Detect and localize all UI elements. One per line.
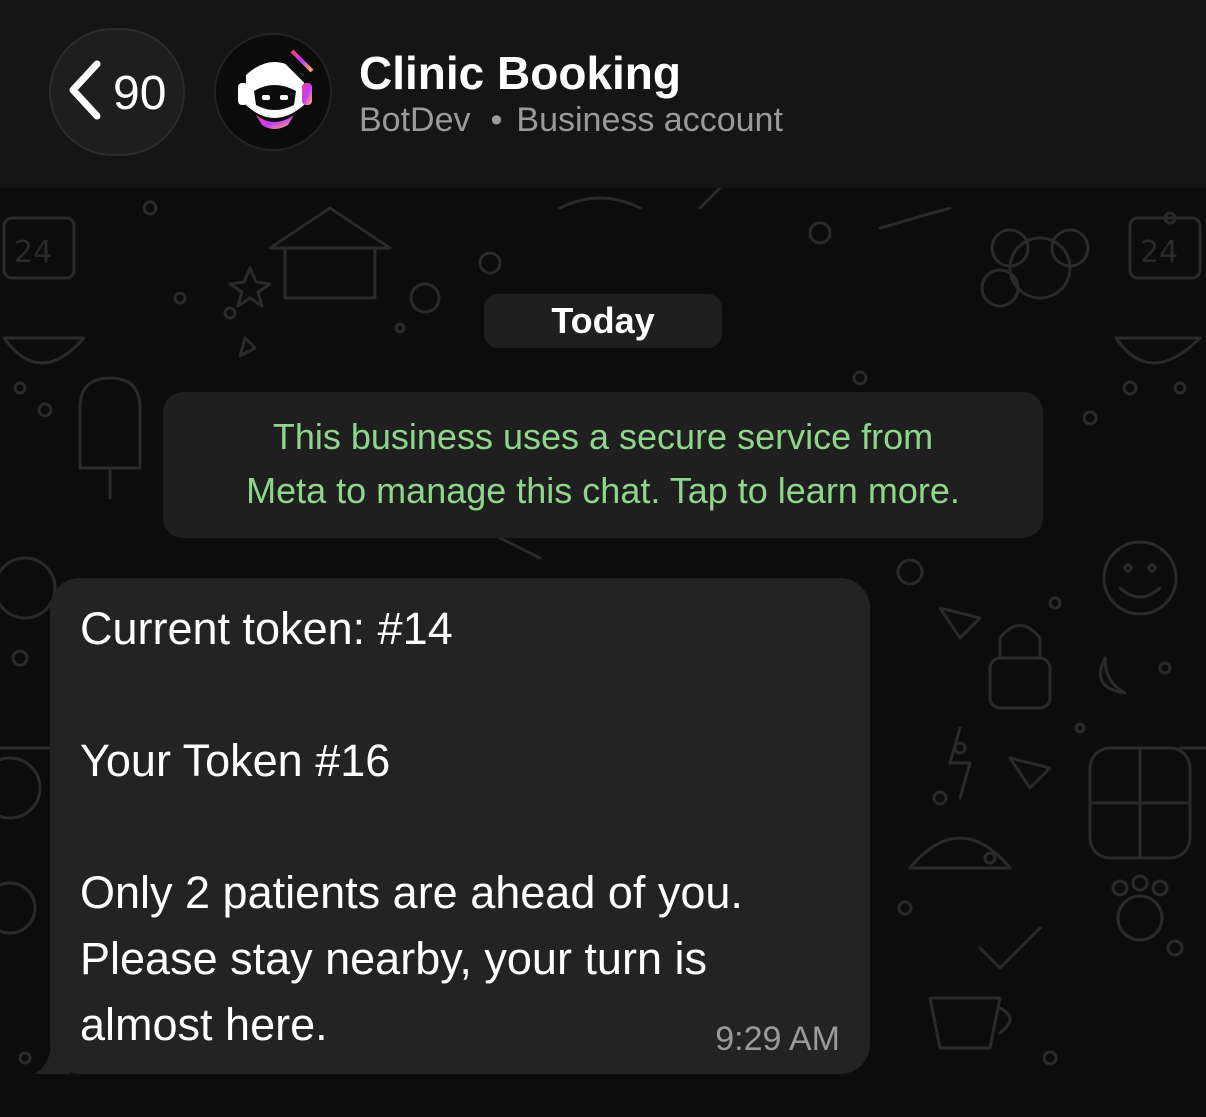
subtitle-separator: • [490,101,503,139]
message-text: Current token: #14 Your Token #16 Only 2… [80,596,850,1058]
bot-logo-icon [238,49,314,129]
message-line: Only 2 patients are ahead of you. [80,867,743,918]
notice-line-1: This business uses a secure service from [272,416,934,457]
subtitle-account-type: Business account [516,101,783,139]
notice-line-2: Meta to manage this chat. Tap to learn m… [246,470,960,511]
chat-title[interactable]: Clinic Booking [359,46,681,100]
message-line: Please stay nearby, your turn is [80,933,707,984]
message-line: Current token: #14 [80,603,453,654]
business-notice[interactable]: This business uses a secure service from… [163,392,1043,538]
chat-subtitle: BotDev • Business account [359,100,783,140]
svg-text:24: 24 [1140,235,1178,270]
avatar[interactable] [214,33,332,151]
message-line [80,794,850,860]
message-timestamp: 9:29 AM [715,1020,840,1058]
back-button[interactable]: 90 [49,28,185,156]
chat-header: 90 Clinic Booking BotDev • Business acco… [0,0,1206,188]
svg-text:24: 24 [14,235,52,270]
chevron-left-icon [69,60,101,120]
date-separator: Today [484,294,722,348]
message-line: Your Token #16 [80,735,391,786]
subtitle-name: BotDev [359,101,471,139]
message-line [80,662,850,728]
unread-count: 90 [113,67,167,120]
